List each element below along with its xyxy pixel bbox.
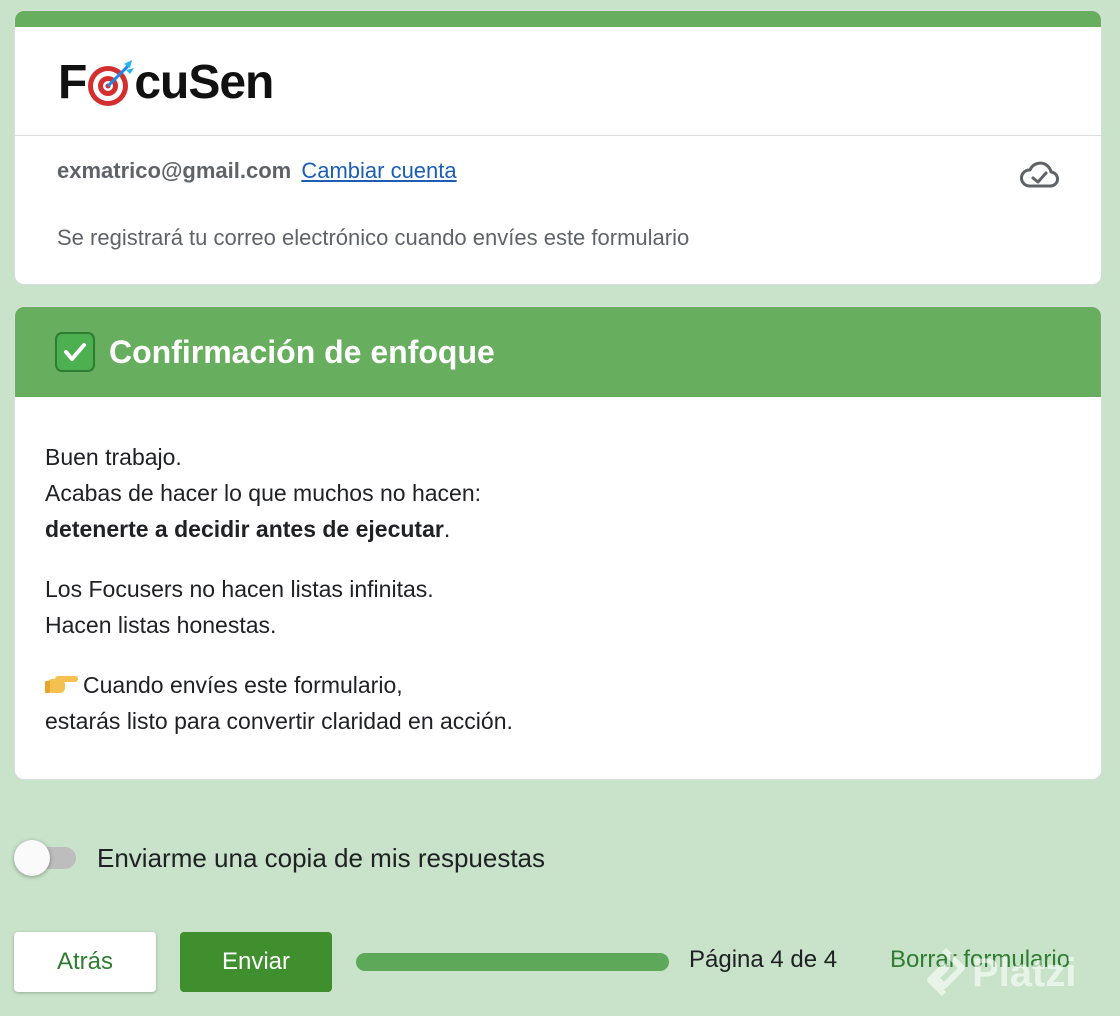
logo-text-left: F xyxy=(58,56,87,109)
section-title: Confirmación de enfoque xyxy=(109,333,495,370)
section-header: Confirmación de enfoque xyxy=(15,307,1101,397)
send-copy-toggle[interactable] xyxy=(14,838,76,878)
text-line: Acabas de hacer lo que muchos no hacen: xyxy=(45,480,482,506)
text-line: Hacen listas honestas. xyxy=(45,612,277,638)
text-line: Los Focusers no hacen listas infinitas. xyxy=(45,576,434,602)
email-notice: Se registrará tu correo electrónico cuan… xyxy=(57,225,690,250)
check-mark-button-icon xyxy=(55,332,95,372)
page-indicator: Página 4 de 4 xyxy=(689,946,838,973)
form-header-card: F cuSen exmatrico@gmail.com Cambiar cuen… xyxy=(14,10,1102,285)
account-email: exmatrico@gmail.com xyxy=(57,158,292,183)
progress-bar xyxy=(356,953,669,971)
send-copy-row: Enviarme una copia de mis respuestas xyxy=(14,838,545,878)
text-line: Buen trabajo. xyxy=(45,444,182,470)
switch-account-link[interactable]: Cambiar cuenta xyxy=(301,158,456,183)
section-card: Confirmación de enfoque Buen trabajo. Ac… xyxy=(14,306,1102,780)
paragraph-1: Buen trabajo. Acabas de hacer lo que muc… xyxy=(45,439,1071,547)
cloud-check-icon xyxy=(1019,158,1059,190)
section-description: Buen trabajo. Acabas de hacer lo que muc… xyxy=(15,397,1101,739)
back-button[interactable]: Atrás xyxy=(14,932,156,992)
text-line: . xyxy=(443,516,451,542)
send-copy-label: Enviarme una copia de mis respuestas xyxy=(97,842,546,873)
text-line: estarás listo para convertir claridad en… xyxy=(45,708,513,734)
text-line: Cuando envíes este formulario, xyxy=(83,672,403,698)
bold-text: detenerte a decidir antes de ejecutar xyxy=(45,516,444,542)
pointing-hand-icon xyxy=(45,669,79,693)
clear-form-button[interactable]: Borrar formulario xyxy=(890,946,1070,974)
account-row: exmatrico@gmail.com Cambiar cuenta xyxy=(57,158,457,184)
logo-text-right: cuSen xyxy=(134,56,274,109)
paragraph-3: Cuando envíes este formulario, estarás l… xyxy=(45,667,1071,739)
header-accent-bar xyxy=(15,11,1101,27)
send-button[interactable]: Enviar xyxy=(180,932,332,992)
focusen-logo: F cuSen xyxy=(58,55,274,110)
form-page: F cuSen exmatrico@gmail.com Cambiar cuen… xyxy=(0,0,1120,1016)
dart-target-icon xyxy=(84,56,138,110)
toggle-knob xyxy=(14,840,50,876)
logo-row: F cuSen xyxy=(15,27,1101,136)
paragraph-2: Los Focusers no hacen listas infinitas. … xyxy=(45,571,1071,643)
